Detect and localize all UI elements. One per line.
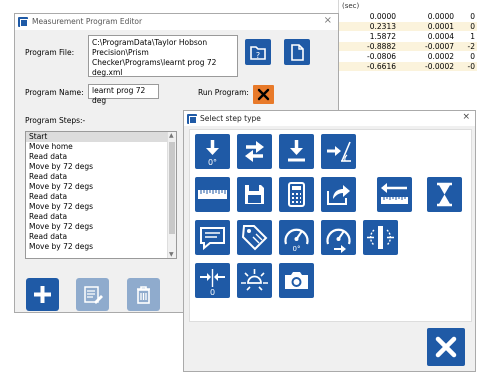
calculator-icon <box>288 182 305 207</box>
table-row: -0.0806 0.0002 0 <box>367 52 475 61</box>
list-item[interactable]: Start <box>26 132 176 142</box>
step-tile-calculator[interactable] <box>279 177 314 212</box>
list-item[interactable]: Move by 72 degs <box>26 242 176 252</box>
gauge-zero-text: 0° <box>293 245 301 253</box>
program-file-label: Program File: <box>25 48 75 57</box>
ruler-icon <box>198 190 227 199</box>
step-tile-zero-reference[interactable]: 0 <box>195 263 230 298</box>
move-home-text: 0° <box>208 158 217 167</box>
table-row: 0.2313 0.0001 0 <box>339 22 477 32</box>
plus-icon <box>34 286 51 303</box>
open-folder-button[interactable]: ? <box>245 39 271 65</box>
table-row: -0.8882 -0.0007 -2 <box>339 42 477 52</box>
program-file-field[interactable]: C:\ProgramData\Taylor Hobson Precision\P… <box>88 35 238 77</box>
list-item[interactable]: Move home <box>26 142 176 152</box>
table-row: 0.0000 0.0000 0 <box>369 12 475 21</box>
edit-step-button[interactable] <box>76 278 109 311</box>
step-tile-tag[interactable] <box>237 220 272 255</box>
background-area <box>0 314 183 372</box>
list-item[interactable]: Read data <box>26 152 176 162</box>
table-row: -0.6616 -0.0002 -0 <box>339 62 477 72</box>
steps-scrollbar[interactable]: ▲ ▼ <box>167 132 176 258</box>
run-program-button[interactable] <box>253 85 274 104</box>
list-item[interactable]: Move by 72 degs <box>26 182 176 192</box>
step-dialog-close-button[interactable]: × <box>462 112 470 122</box>
delete-step-button[interactable] <box>127 278 160 311</box>
svg-text:?: ? <box>256 51 260 60</box>
step-tile-message[interactable] <box>195 220 230 255</box>
list-item[interactable]: Move by 72 degs <box>26 222 176 232</box>
step-tile-flip[interactable] <box>363 220 398 255</box>
program-name-input[interactable]: learnt prog 72 deg <box>88 84 159 105</box>
step-tile-camera[interactable] <box>279 263 314 298</box>
step-dialog-title: Select step type <box>200 114 261 123</box>
edit-list-icon <box>84 286 103 304</box>
zero-reference-text: 0 <box>210 288 215 297</box>
app-icon <box>18 17 28 27</box>
step-dialog-cancel-button[interactable] <box>427 328 465 366</box>
move-home-icon: 0° <box>206 140 219 167</box>
program-editor-titlebar: Measurement Program Editor × <box>15 14 338 30</box>
zero-reference-icon: 0 <box>200 269 225 297</box>
add-step-button[interactable] <box>26 278 59 311</box>
flip-icon <box>367 226 394 249</box>
camera-icon <box>285 272 308 289</box>
table-row: 1.5872 0.0004 1 <box>369 32 475 41</box>
program-editor-title: Measurement Program Editor <box>32 17 143 26</box>
run-x-icon <box>257 88 270 101</box>
program-editor-close-button[interactable]: × <box>324 15 332 26</box>
scroll-down-icon[interactable]: ▼ <box>169 251 174 258</box>
measure-width-icon <box>381 183 408 204</box>
step-tile-move-by[interactable] <box>237 134 272 169</box>
step-tile-ruler[interactable] <box>195 177 230 212</box>
move-angle-icon <box>327 141 351 162</box>
step-tile-gauge-zero[interactable]: 0° <box>279 220 314 255</box>
read-data-icon <box>288 140 305 162</box>
new-file-button[interactable] <box>284 39 310 65</box>
program-steps-list[interactable]: Start Move home Read data Move by 72 deg… <box>25 131 177 259</box>
trash-icon <box>137 286 150 304</box>
step-tile-move-angle[interactable] <box>321 134 356 169</box>
run-program-label: Run Program: <box>198 88 249 97</box>
brightness-icon <box>241 269 268 291</box>
step-tile-read-data[interactable] <box>279 134 314 169</box>
open-folder-icon: ? <box>250 46 266 60</box>
select-step-type-dialog: Select step type × 0° 0° 0 <box>183 110 476 372</box>
program-name-label: Program Name: <box>25 88 84 97</box>
list-item[interactable]: Move by 72 degs <box>26 202 176 212</box>
close-icon <box>435 336 457 358</box>
save-icon <box>245 185 264 204</box>
move-by-icon <box>245 141 264 162</box>
step-dialog-titlebar: Select step type × <box>184 111 475 126</box>
step-tile-measure-width[interactable] <box>377 177 412 212</box>
table-header: (sec) <box>342 2 360 10</box>
list-item[interactable]: Read data <box>26 192 176 202</box>
step-tile-gauge-move[interactable] <box>321 220 356 255</box>
step-tile-brightness[interactable] <box>237 263 272 298</box>
list-item[interactable]: Move by 72 degs <box>26 162 176 172</box>
step-tile-move-home[interactable]: 0° <box>195 134 230 169</box>
list-item[interactable]: Read data <box>26 232 176 242</box>
list-item[interactable]: Read data <box>26 172 176 182</box>
new-file-icon <box>291 44 304 61</box>
scroll-thumb[interactable] <box>169 142 175 234</box>
step-tile-export[interactable] <box>321 177 356 212</box>
app-icon <box>187 114 197 124</box>
program-steps-label: Program Steps:- <box>25 116 86 125</box>
tag-icon <box>241 225 268 251</box>
export-icon <box>327 185 350 205</box>
list-item[interactable]: Read data <box>26 212 176 222</box>
step-tile-wait[interactable] <box>427 177 462 212</box>
gauge-move-icon <box>326 228 351 253</box>
scroll-up-icon[interactable]: ▲ <box>169 132 174 139</box>
message-icon <box>200 227 225 251</box>
gauge-zero-icon: 0° <box>284 228 309 253</box>
hourglass-icon <box>437 182 452 207</box>
background-data-table: (sec) 0.0000 0.0000 0 0.2313 0.0001 0 1.… <box>338 0 477 112</box>
step-type-panel: 0° 0° 0 <box>189 129 472 322</box>
step-tile-save[interactable] <box>237 177 272 212</box>
